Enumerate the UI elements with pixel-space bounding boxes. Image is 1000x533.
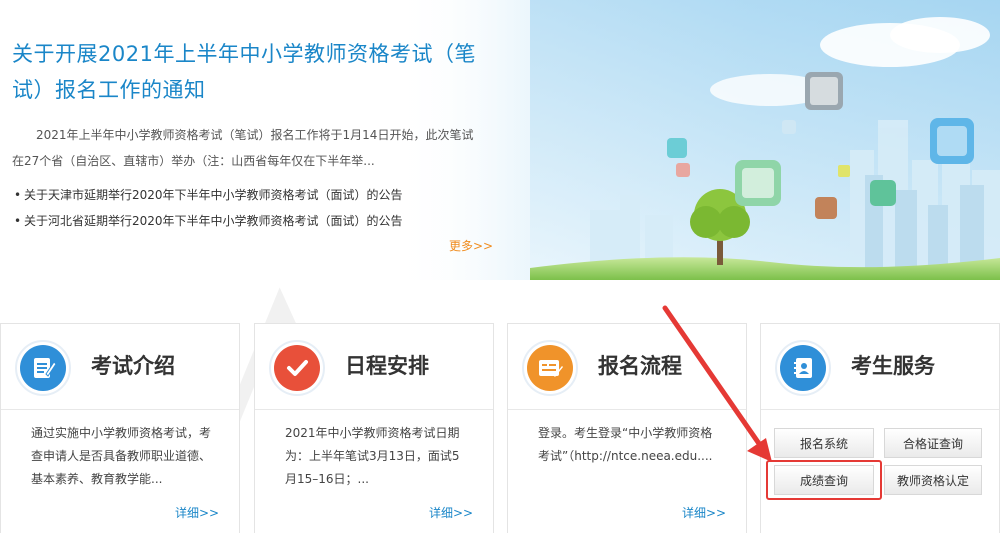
banner-headline-link[interactable]: 关于开展2021年上半年中小学教师资格考试（笔试）报名工作的通知 [12,36,482,108]
card-description: 2021年中小学教师资格考试日期为：上半年笔试3月13日，面试5月15–16日；… [285,426,460,486]
form-edit-icon [527,345,573,391]
card-title: 报名流程 [598,354,682,378]
news-item-label: 关于河北省延期举行2020年下半年中小学教师资格考试（面试）的公告 [24,214,403,228]
annotation-highlight-box [766,460,882,500]
news-list: • 关于天津市延期举行2020年下半年中小学教师资格考试（面试）的公告 • 关于河北… [14,182,484,234]
card-registration-process: 报名流程 登录。考生登录“中小学教师资格考试”（http://ntce.neea… [507,323,747,533]
checkmark-icon [274,345,320,391]
news-banner: 关于开展2021年上半年中小学教师资格考试（笔试）报名工作的通知 2021年上半… [0,0,1000,280]
card-header: 报名流程 [508,324,746,410]
card-title: 日程安排 [345,354,429,378]
certificate-query-button[interactable]: 合格证查询 [884,428,982,458]
city-skyline-illustration [530,0,1000,280]
card-header: 日程安排 [255,324,493,410]
card-schedule: 日程安排 2021年中小学教师资格考试日期为：上半年笔试3月13日，面试5月15… [254,323,494,533]
bullet-icon: • [14,188,22,202]
card-icon-ring [15,340,71,396]
news-item[interactable]: • 关于天津市延期举行2020年下半年中小学教师资格考试（面试）的公告 [14,182,484,208]
card-icon-ring [269,340,325,396]
banner-summary: 2021年上半年中小学教师资格考试（笔试）报名工作将于1月14日开始，此次笔试在… [12,128,474,168]
card-exam-intro: 考试介绍 通过实施中小学教师资格考试，考查申请人是否具备教师职业道德、基本素养、… [0,323,240,533]
card-title: 考生服务 [851,354,935,378]
card-description: 通过实施中小学教师资格考试，考查申请人是否具备教师职业道德、基本素养、教育教学能… [31,426,212,486]
card-detail-link[interactable]: 详细>> [175,504,219,521]
teacher-qualification-button[interactable]: 教师资格认定 [884,465,982,495]
card-icon-ring [522,340,578,396]
registration-system-button[interactable]: 报名系统 [774,428,874,458]
contact-book-icon [780,345,826,391]
bullet-icon: • [14,214,22,228]
card-detail-link[interactable]: 详细>> [682,504,726,521]
document-edit-icon [20,345,66,391]
card-icon-ring [775,340,831,396]
card-header: 考试介绍 [1,324,239,410]
news-item[interactable]: • 关于河北省延期举行2020年下半年中小学教师资格考试（面试）的公告 [14,208,484,234]
card-title: 考试介绍 [91,354,175,378]
news-item-label: 关于天津市延期举行2020年下半年中小学教师资格考试（面试）的公告 [24,188,403,202]
card-header: 考生服务 [761,324,999,410]
card-description: 登录。考生登录“中小学教师资格考试”（http://ntce.neea.edu.… [538,426,713,463]
card-detail-link[interactable]: 详细>> [429,504,473,521]
more-news-link[interactable]: 更多>> [449,237,493,254]
